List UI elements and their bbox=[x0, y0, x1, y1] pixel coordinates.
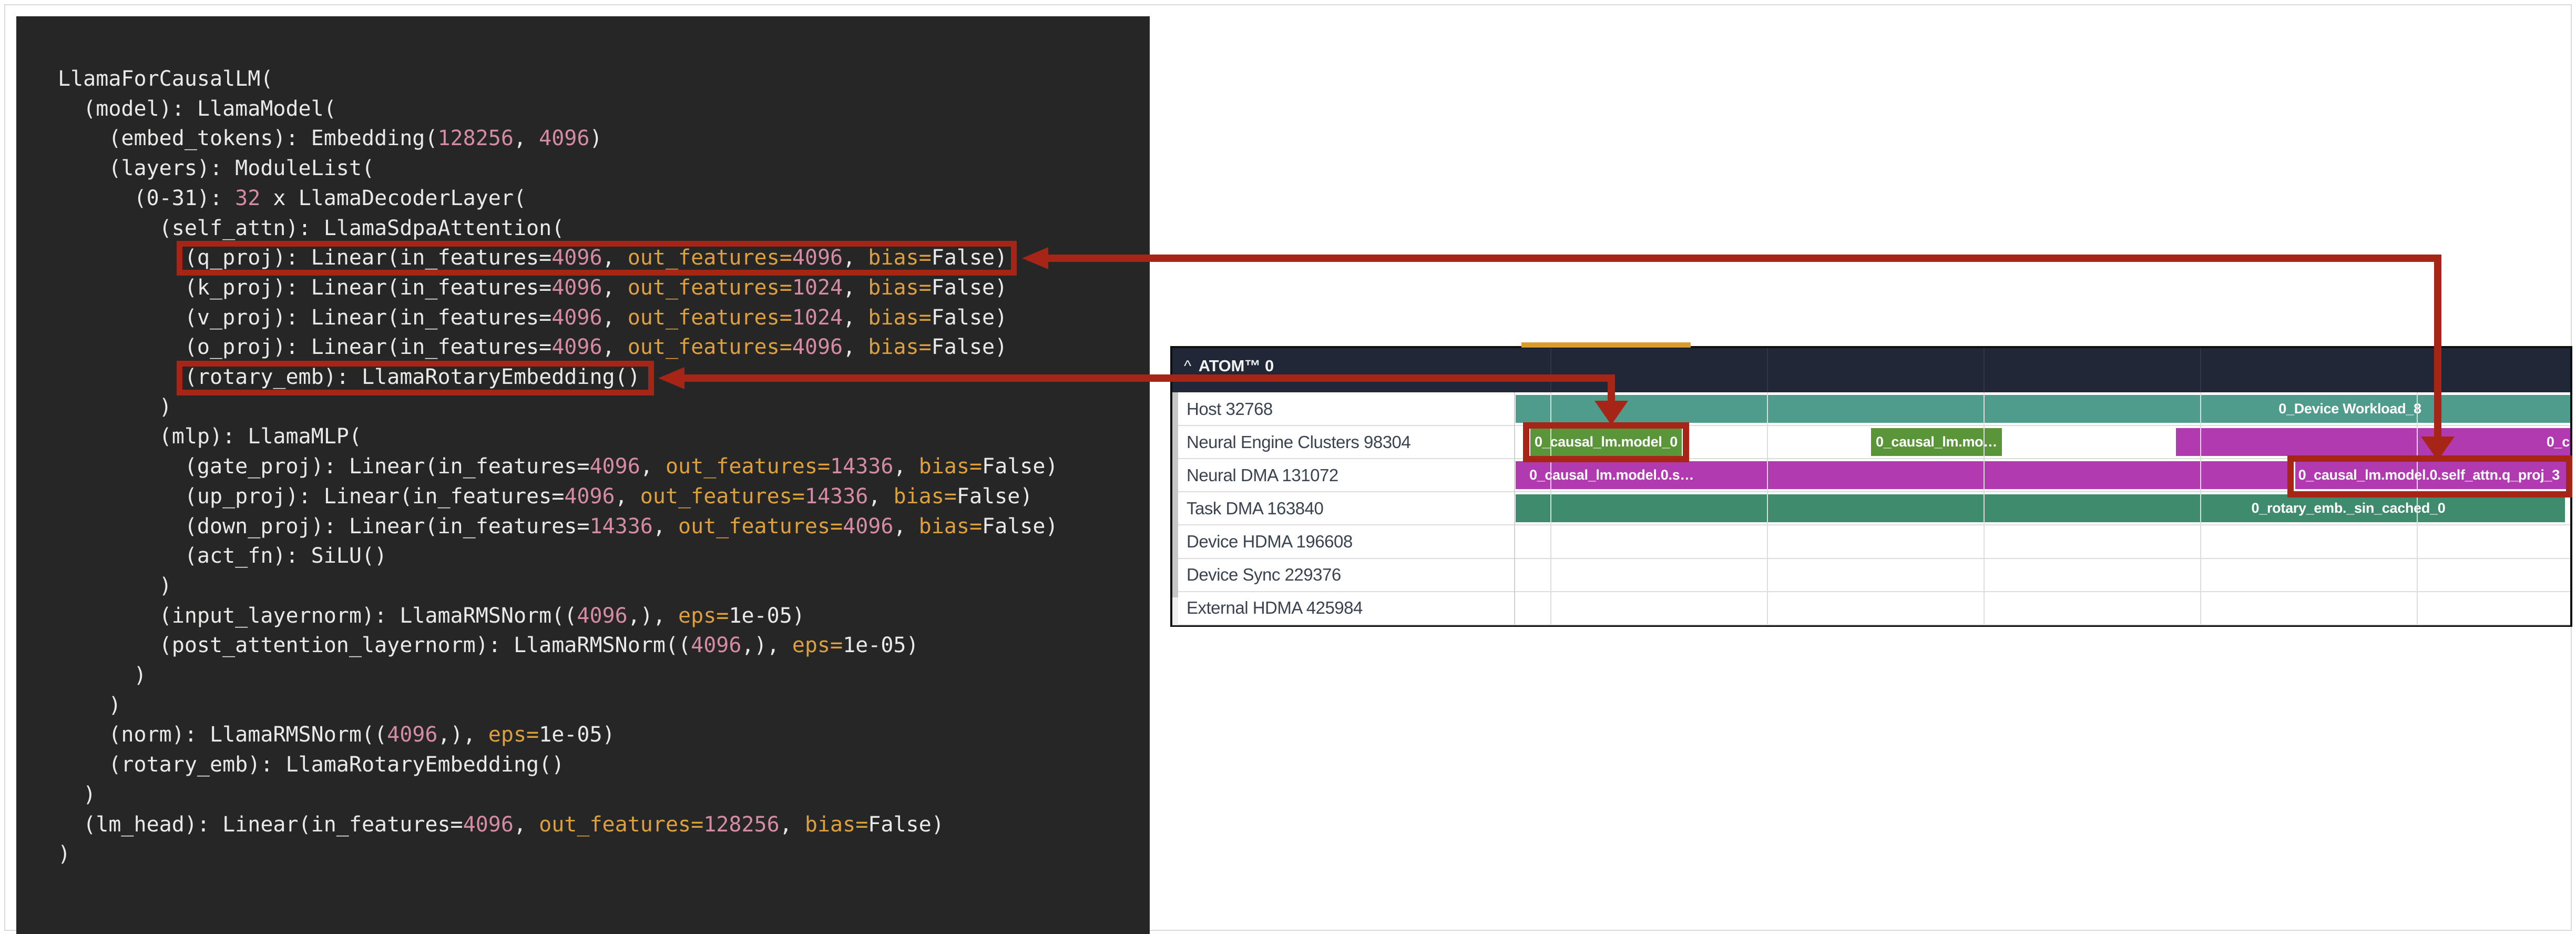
code-line: ) bbox=[58, 392, 1150, 422]
bar-label: 0_causal_lm.mo… bbox=[1876, 428, 1997, 456]
timeline-bar-device_workload_8[interactable]: 0_Device Workload_8 bbox=[1516, 395, 2570, 423]
code-line: (embed_tokens): Embedding(128256, 4096) bbox=[58, 124, 1150, 154]
track-row-label[interactable]: Host 32768 bbox=[1172, 392, 1513, 425]
timeline-bar-nec_magenta_clip[interactable]: 0_c bbox=[2176, 428, 2570, 456]
timeline-scrollbar[interactable] bbox=[1172, 392, 1178, 625]
scrollbar-thumb[interactable] bbox=[1172, 392, 1178, 597]
connector-q_proj-vertical bbox=[2434, 255, 2441, 436]
track-group-title: ^ATOM™ 0 bbox=[1184, 357, 1274, 375]
code-line: (0-31): 32 x LlamaDecoderLayer( bbox=[58, 184, 1150, 214]
track-row-label[interactable]: Device HDMA 196608 bbox=[1172, 525, 1513, 558]
code-line: (o_proj): Linear(in_features=4096, out_f… bbox=[58, 332, 1150, 362]
code-line: (norm): LlamaRMSNorm((4096,), eps=1e-05) bbox=[58, 720, 1150, 750]
code-line: ) bbox=[58, 780, 1150, 810]
time-gridline bbox=[1767, 392, 1768, 625]
code-line: (rotary_emb): LlamaRotaryEmbedding() bbox=[58, 750, 1150, 780]
bar-label: 0_c bbox=[2547, 428, 2570, 456]
code-panel: LlamaForCausalLM( (model): LlamaModel( (… bbox=[16, 16, 1150, 934]
code-line: ) bbox=[58, 571, 1150, 601]
label-track-divider bbox=[1514, 392, 1515, 625]
code-line: LlamaForCausalLM( bbox=[58, 64, 1150, 94]
annotation-box-q_proj-code bbox=[177, 241, 1017, 276]
track-row-label[interactable]: External HDMA 425984 bbox=[1172, 592, 1513, 625]
code-line: ) bbox=[58, 691, 1150, 720]
timeline-bar-causal_lm_model_0_s[interactable]: 0_causal_lm.model.0.s… bbox=[1516, 461, 2289, 489]
code-line: (up_proj): Linear(in_features=4096, out_… bbox=[58, 482, 1150, 512]
arrowhead-down-rotary bbox=[1594, 401, 1628, 425]
annotation-box-model_0-bar bbox=[1523, 422, 1689, 462]
code-line: ) bbox=[58, 839, 1150, 869]
timeline-body: 0_Device Workload_80_causal_lm.model_00_… bbox=[1172, 392, 2570, 625]
code-line: (k_proj): Linear(in_features=4096, out_f… bbox=[58, 273, 1150, 303]
bar-label: 0_Device Workload_8 bbox=[2278, 395, 2421, 423]
code-line: (self_attn): LlamaSdpaAttention( bbox=[58, 214, 1150, 243]
track-row-label[interactable]: Task DMA 163840 bbox=[1172, 492, 1513, 525]
code-line: (act_fn): SiLU() bbox=[58, 541, 1150, 571]
track-row-label[interactable]: Device Sync 229376 bbox=[1172, 559, 1513, 592]
connector-rotary-vertical bbox=[1608, 374, 1615, 402]
annotation-box-rotary_emb-code bbox=[177, 361, 654, 395]
annotation-box-q_proj_3-bar bbox=[2287, 455, 2572, 498]
connector-q_proj-horizontal bbox=[1046, 255, 2441, 262]
code-line: ) bbox=[58, 661, 1150, 691]
code-line: (v_proj): Linear(in_features=4096, out_f… bbox=[58, 303, 1150, 333]
row-separator bbox=[1172, 624, 2570, 625]
code-block: LlamaForCausalLM( (model): LlamaModel( (… bbox=[58, 64, 1150, 869]
collapse-caret-icon[interactable]: ^ bbox=[1184, 358, 1191, 375]
code-line: (post_attention_layernorm): LlamaRMSNorm… bbox=[58, 631, 1150, 661]
track-row-label[interactable]: Neural DMA 131072 bbox=[1172, 459, 1513, 492]
timeline-bar-rotary_emb_sin_cached_0[interactable]: 0_rotary_emb._sin_cached_0 bbox=[1516, 494, 2565, 522]
code-line: (down_proj): Linear(in_features=14336, o… bbox=[58, 512, 1150, 542]
code-line: (lm_head): Linear(in_features=4096, out_… bbox=[58, 810, 1150, 840]
bar-label: 0_causal_lm.model.0.s… bbox=[1529, 461, 1694, 489]
time-gridline bbox=[1984, 392, 1985, 625]
code-line: (mlp): LlamaMLP( bbox=[58, 422, 1150, 452]
track-row-label[interactable]: Neural Engine Clusters 98304 bbox=[1172, 425, 1513, 459]
selection-marker bbox=[1521, 342, 1691, 348]
timeline-track-group-header[interactable]: ^ATOM™ 0 bbox=[1172, 348, 2570, 392]
code-line: (input_layernorm): LlamaRMSNorm((4096,),… bbox=[58, 601, 1150, 631]
time-gridline bbox=[2200, 392, 2201, 625]
code-line: (gate_proj): Linear(in_features=4096, ou… bbox=[58, 452, 1150, 482]
arrowhead-left-q_proj bbox=[1022, 247, 1048, 269]
timeline-bar-causal_lm_mo[interactable]: 0_causal_lm.mo… bbox=[1871, 428, 2002, 456]
connector-rotary-horizontal bbox=[682, 374, 1615, 382]
time-gridline bbox=[2417, 392, 2418, 625]
code-line: (layers): ModuleList( bbox=[58, 154, 1150, 184]
code-line: (model): LlamaModel( bbox=[58, 94, 1150, 124]
arrowhead-left-rotary_emb bbox=[658, 367, 684, 389]
